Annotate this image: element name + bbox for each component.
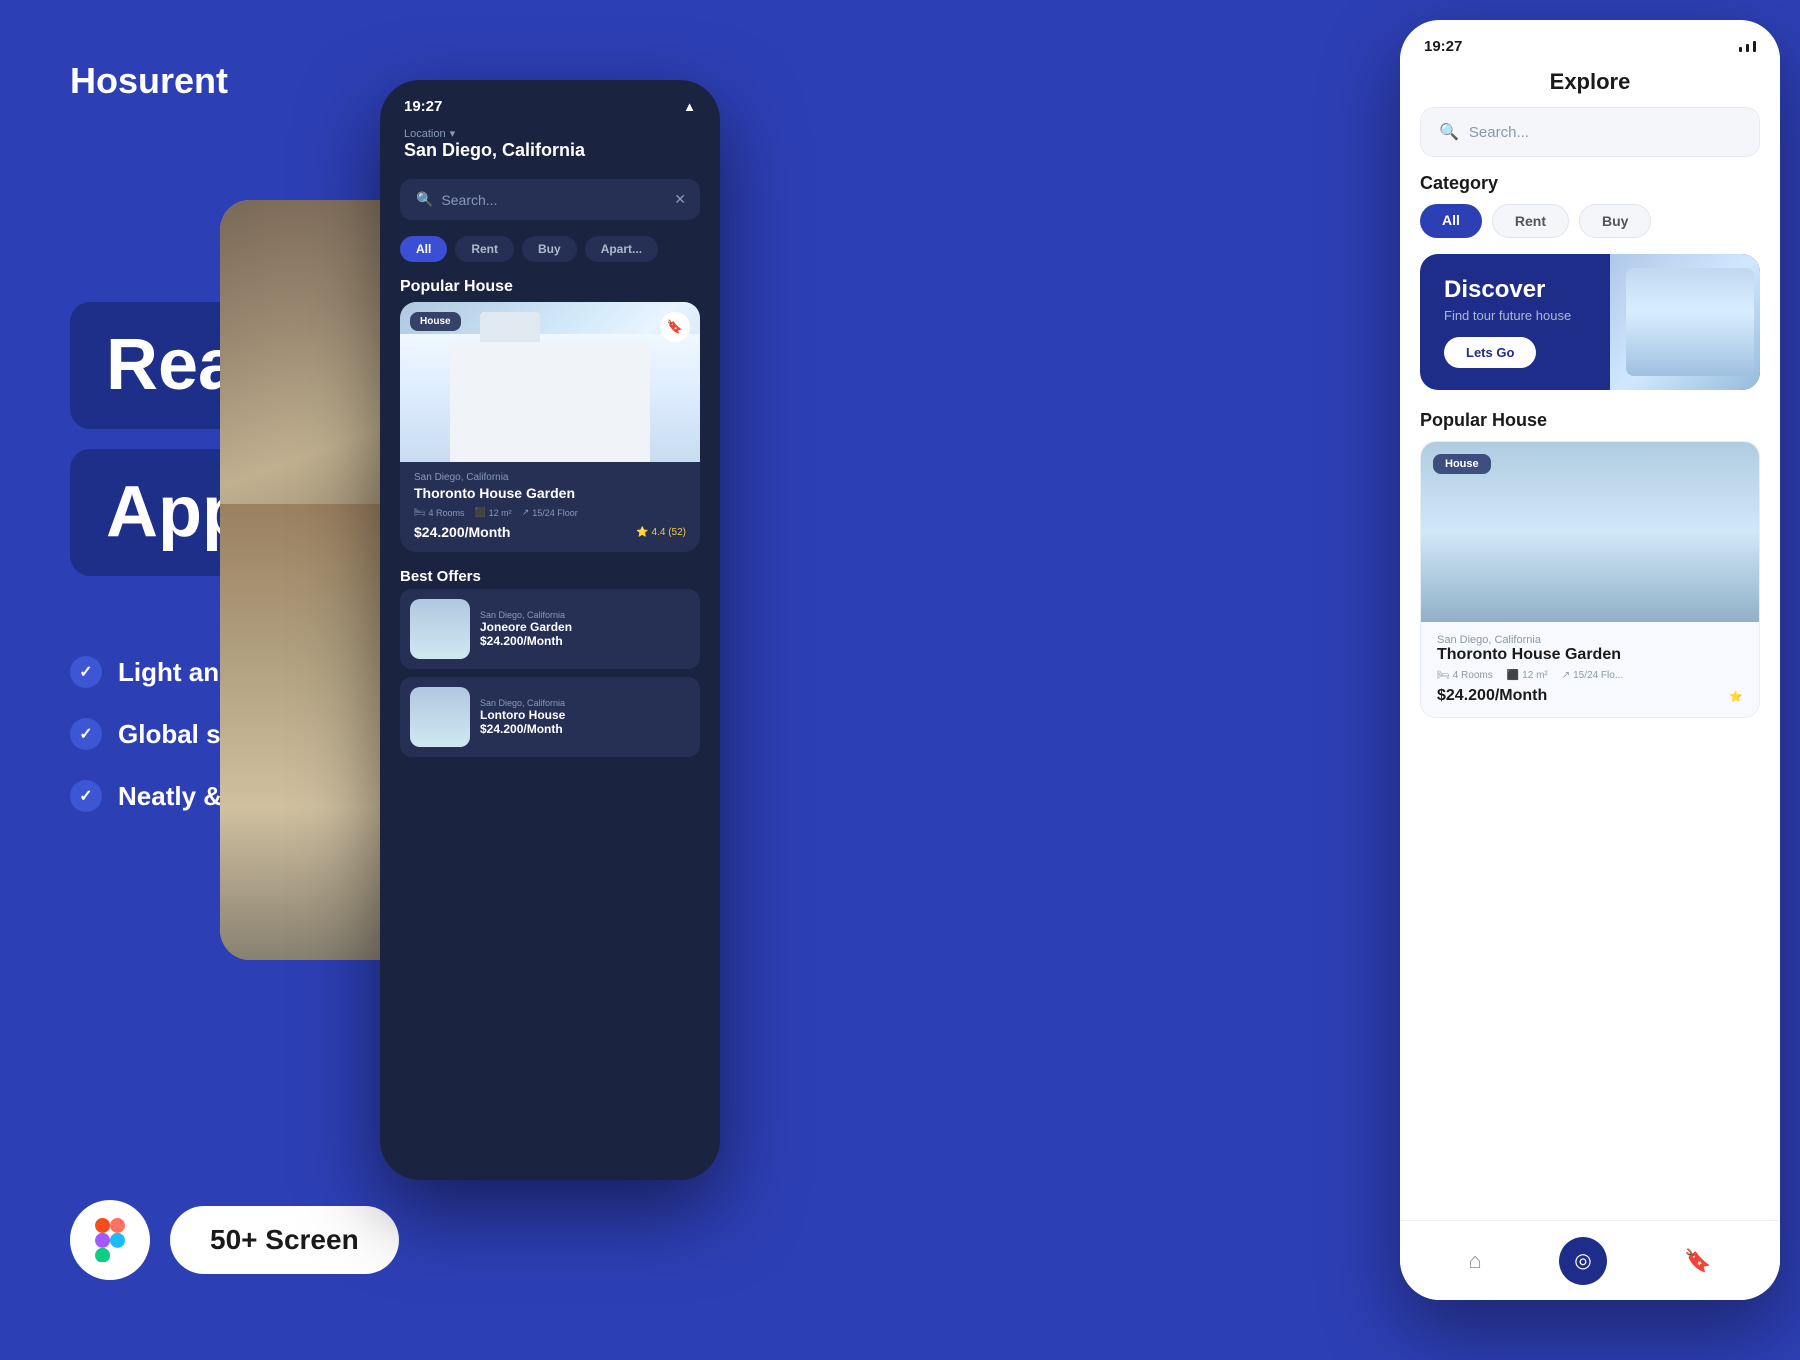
signal-icons: ▲ bbox=[664, 99, 696, 114]
property-info-light: San Diego, California Thoronto House Gar… bbox=[1421, 622, 1759, 717]
category-label: Category bbox=[1400, 173, 1780, 204]
building-shape bbox=[450, 342, 650, 462]
search-icon-middle: 🔍 bbox=[416, 191, 433, 208]
screen-badge: 50+ Screen bbox=[170, 1206, 399, 1274]
price-rating-row-light: $24.200/Month ⭐ bbox=[1437, 687, 1743, 705]
category-chips: All Rent Buy bbox=[1400, 204, 1780, 254]
chip-apart[interactable]: Apart... bbox=[585, 236, 658, 262]
offer-location-1: San Diego, California bbox=[480, 610, 572, 620]
cat-chip-buy[interactable]: Buy bbox=[1579, 204, 1651, 238]
explore-title: Explore bbox=[1400, 63, 1780, 107]
offer-card-1[interactable]: San Diego, California Joneore Garden $24… bbox=[400, 589, 700, 669]
time-right: 19:27 bbox=[1424, 38, 1462, 55]
phone-right: 19:27 Explore 🔍 Search... Category All R… bbox=[1400, 20, 1780, 1300]
filter-chips-middle: All Rent Buy Apart... bbox=[380, 228, 720, 270]
phone-middle: 19:27 ▲ Location ▾ San Diego, California… bbox=[380, 80, 720, 1180]
chip-all[interactable]: All bbox=[400, 236, 447, 262]
figma-icon bbox=[88, 1218, 132, 1262]
discover-house-image bbox=[1610, 254, 1760, 390]
prop-rooms: 🛏 4 Rooms bbox=[414, 507, 464, 518]
status-bar-right: 19:27 bbox=[1400, 20, 1780, 63]
prop-features-light: 🛏 4 Rooms ⬛ 12 m² ↗ 15/24 Flo... bbox=[1437, 670, 1743, 681]
property-card-light[interactable]: House San Diego, California Thoronto Hou… bbox=[1420, 441, 1760, 718]
prop-size: ⬛ 12 m² bbox=[474, 507, 511, 518]
sig-r-3 bbox=[1753, 41, 1756, 52]
cat-chip-all[interactable]: All bbox=[1420, 204, 1482, 238]
offer-info-2: San Diego, California Lontoro House $24.… bbox=[480, 698, 565, 736]
nav-compass[interactable]: ◎ bbox=[1559, 1237, 1607, 1285]
popular-house-title-right: Popular House bbox=[1400, 406, 1780, 441]
search-bar-middle[interactable]: 🔍 Search... ✕ bbox=[400, 179, 700, 220]
check-icon-2 bbox=[70, 718, 102, 750]
status-bar-middle: 19:27 ▲ bbox=[380, 80, 720, 123]
location-label: Location ▾ bbox=[404, 127, 696, 140]
prop-size-light: ⬛ 12 m² bbox=[1507, 670, 1548, 681]
popular-house-title-middle: Popular House bbox=[380, 270, 720, 302]
prop-location-light: San Diego, California bbox=[1437, 634, 1743, 646]
nav-bookmark[interactable]: 🔖 bbox=[1684, 1248, 1711, 1274]
discover-content: Discover Find tour future house Lets Go bbox=[1444, 276, 1571, 368]
prop-price-dark: $24.200/Month bbox=[414, 524, 510, 540]
offer-image-1 bbox=[410, 599, 470, 659]
search-icon-right: 🔍 bbox=[1439, 122, 1459, 142]
signal-area-right bbox=[1739, 41, 1756, 52]
sig-r-2 bbox=[1746, 44, 1749, 52]
prop-location-dark: San Diego, California bbox=[414, 472, 686, 483]
close-icon[interactable]: ✕ bbox=[674, 191, 686, 208]
property-card-dark[interactable]: House 🔖 San Diego, California Thoronto H… bbox=[400, 302, 700, 552]
prop-floor-light: ↗ 15/24 Flo... bbox=[1562, 670, 1623, 681]
sig-r-1 bbox=[1739, 47, 1742, 52]
prop-name-light: Thoronto House Garden bbox=[1437, 646, 1743, 664]
bottom-badges: 50+ Screen bbox=[70, 1200, 399, 1280]
figma-badge bbox=[70, 1200, 150, 1280]
chip-rent[interactable]: Rent bbox=[455, 236, 514, 262]
offer-image-2 bbox=[410, 687, 470, 747]
offer-info-1: San Diego, California Joneore Garden $24… bbox=[480, 610, 572, 648]
signal-bar-1 bbox=[664, 109, 667, 114]
discover-title: Discover bbox=[1444, 276, 1571, 304]
offer-price-2: $24.200/Month bbox=[480, 722, 565, 736]
search-bar-right[interactable]: 🔍 Search... bbox=[1420, 107, 1760, 157]
discover-banner[interactable]: Discover Find tour future house Lets Go bbox=[1420, 254, 1760, 390]
offer-location-2: San Diego, California bbox=[480, 698, 565, 708]
lets-go-button[interactable]: Lets Go bbox=[1444, 337, 1536, 368]
discover-subtitle: Find tour future house bbox=[1444, 308, 1571, 323]
search-placeholder-right: Search... bbox=[1469, 124, 1529, 141]
property-image-light: House bbox=[1421, 442, 1759, 622]
nav-home[interactable]: ⌂ bbox=[1469, 1248, 1482, 1274]
offer-price-1: $24.200/Month bbox=[480, 634, 572, 648]
prop-badge-light: House bbox=[1433, 454, 1491, 474]
search-placeholder-middle: Search... bbox=[441, 192, 497, 208]
best-offers-title: Best Offers bbox=[380, 564, 720, 589]
house-badge: House bbox=[410, 312, 461, 331]
location-bar: Location ▾ San Diego, California bbox=[380, 123, 720, 171]
check-icon-3 bbox=[70, 780, 102, 812]
offer-card-2[interactable]: San Diego, California Lontoro House $24.… bbox=[400, 677, 700, 757]
prop-rating-light: ⭐ bbox=[1729, 690, 1743, 703]
dropdown-arrow: ▾ bbox=[450, 127, 456, 140]
signal-bar-3 bbox=[674, 103, 677, 114]
bottom-nav: ⌂ ◎ 🔖 bbox=[1400, 1220, 1780, 1300]
offer-name-1: Joneore Garden bbox=[480, 620, 572, 634]
bookmark-btn[interactable]: 🔖 bbox=[660, 312, 690, 342]
property-image-dark: House 🔖 bbox=[400, 302, 700, 462]
prop-rating-dark: ⭐ 4.4 (52) bbox=[636, 527, 686, 538]
time-middle: 19:27 bbox=[404, 98, 442, 115]
wifi-icon: ▲ bbox=[683, 99, 696, 114]
prop-price-row: $24.200/Month ⭐ 4.4 (52) bbox=[414, 524, 686, 540]
prop-rooms-light: 🛏 4 Rooms bbox=[1437, 670, 1493, 681]
chip-buy[interactable]: Buy bbox=[522, 236, 577, 262]
prop-name-dark: Thoronto House Garden bbox=[414, 485, 686, 501]
check-icon-1 bbox=[70, 656, 102, 688]
location-name: San Diego, California bbox=[404, 140, 696, 161]
signal-bar-2 bbox=[669, 106, 672, 114]
prop-price-light: $24.200/Month bbox=[1437, 687, 1547, 705]
prop-floor: ↗ 15/24 Floor bbox=[522, 507, 578, 518]
prop-features-dark: 🛏 4 Rooms ⬛ 12 m² ↗ 15/24 Floor bbox=[414, 507, 686, 518]
offer-name-2: Lontoro House bbox=[480, 708, 565, 722]
property-info-dark: San Diego, California Thoronto House Gar… bbox=[400, 462, 700, 552]
cat-chip-rent[interactable]: Rent bbox=[1492, 204, 1569, 238]
